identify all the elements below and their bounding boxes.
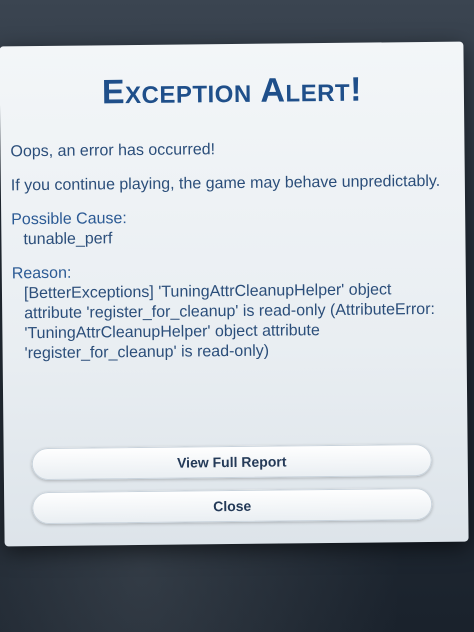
- error-message: Oops, an error has occurred!: [10, 141, 216, 161]
- warning-message: If you continue playing, the game may be…: [10, 172, 441, 195]
- dialog-body: Oops, an error has occurred! If you cont…: [10, 138, 452, 365]
- dialog-title: Exception Alert!: [101, 70, 363, 112]
- exception-alert-dialog: Exception Alert! Oops, an error has occu…: [0, 41, 469, 547]
- possible-cause-value: tunable_perf: [23, 230, 113, 249]
- view-full-report-button[interactable]: View Full Report: [31, 443, 432, 481]
- close-button[interactable]: Close: [32, 487, 433, 525]
- reason-value: [BetterExceptions] 'TuningAttrCleanupHel…: [23, 281, 436, 363]
